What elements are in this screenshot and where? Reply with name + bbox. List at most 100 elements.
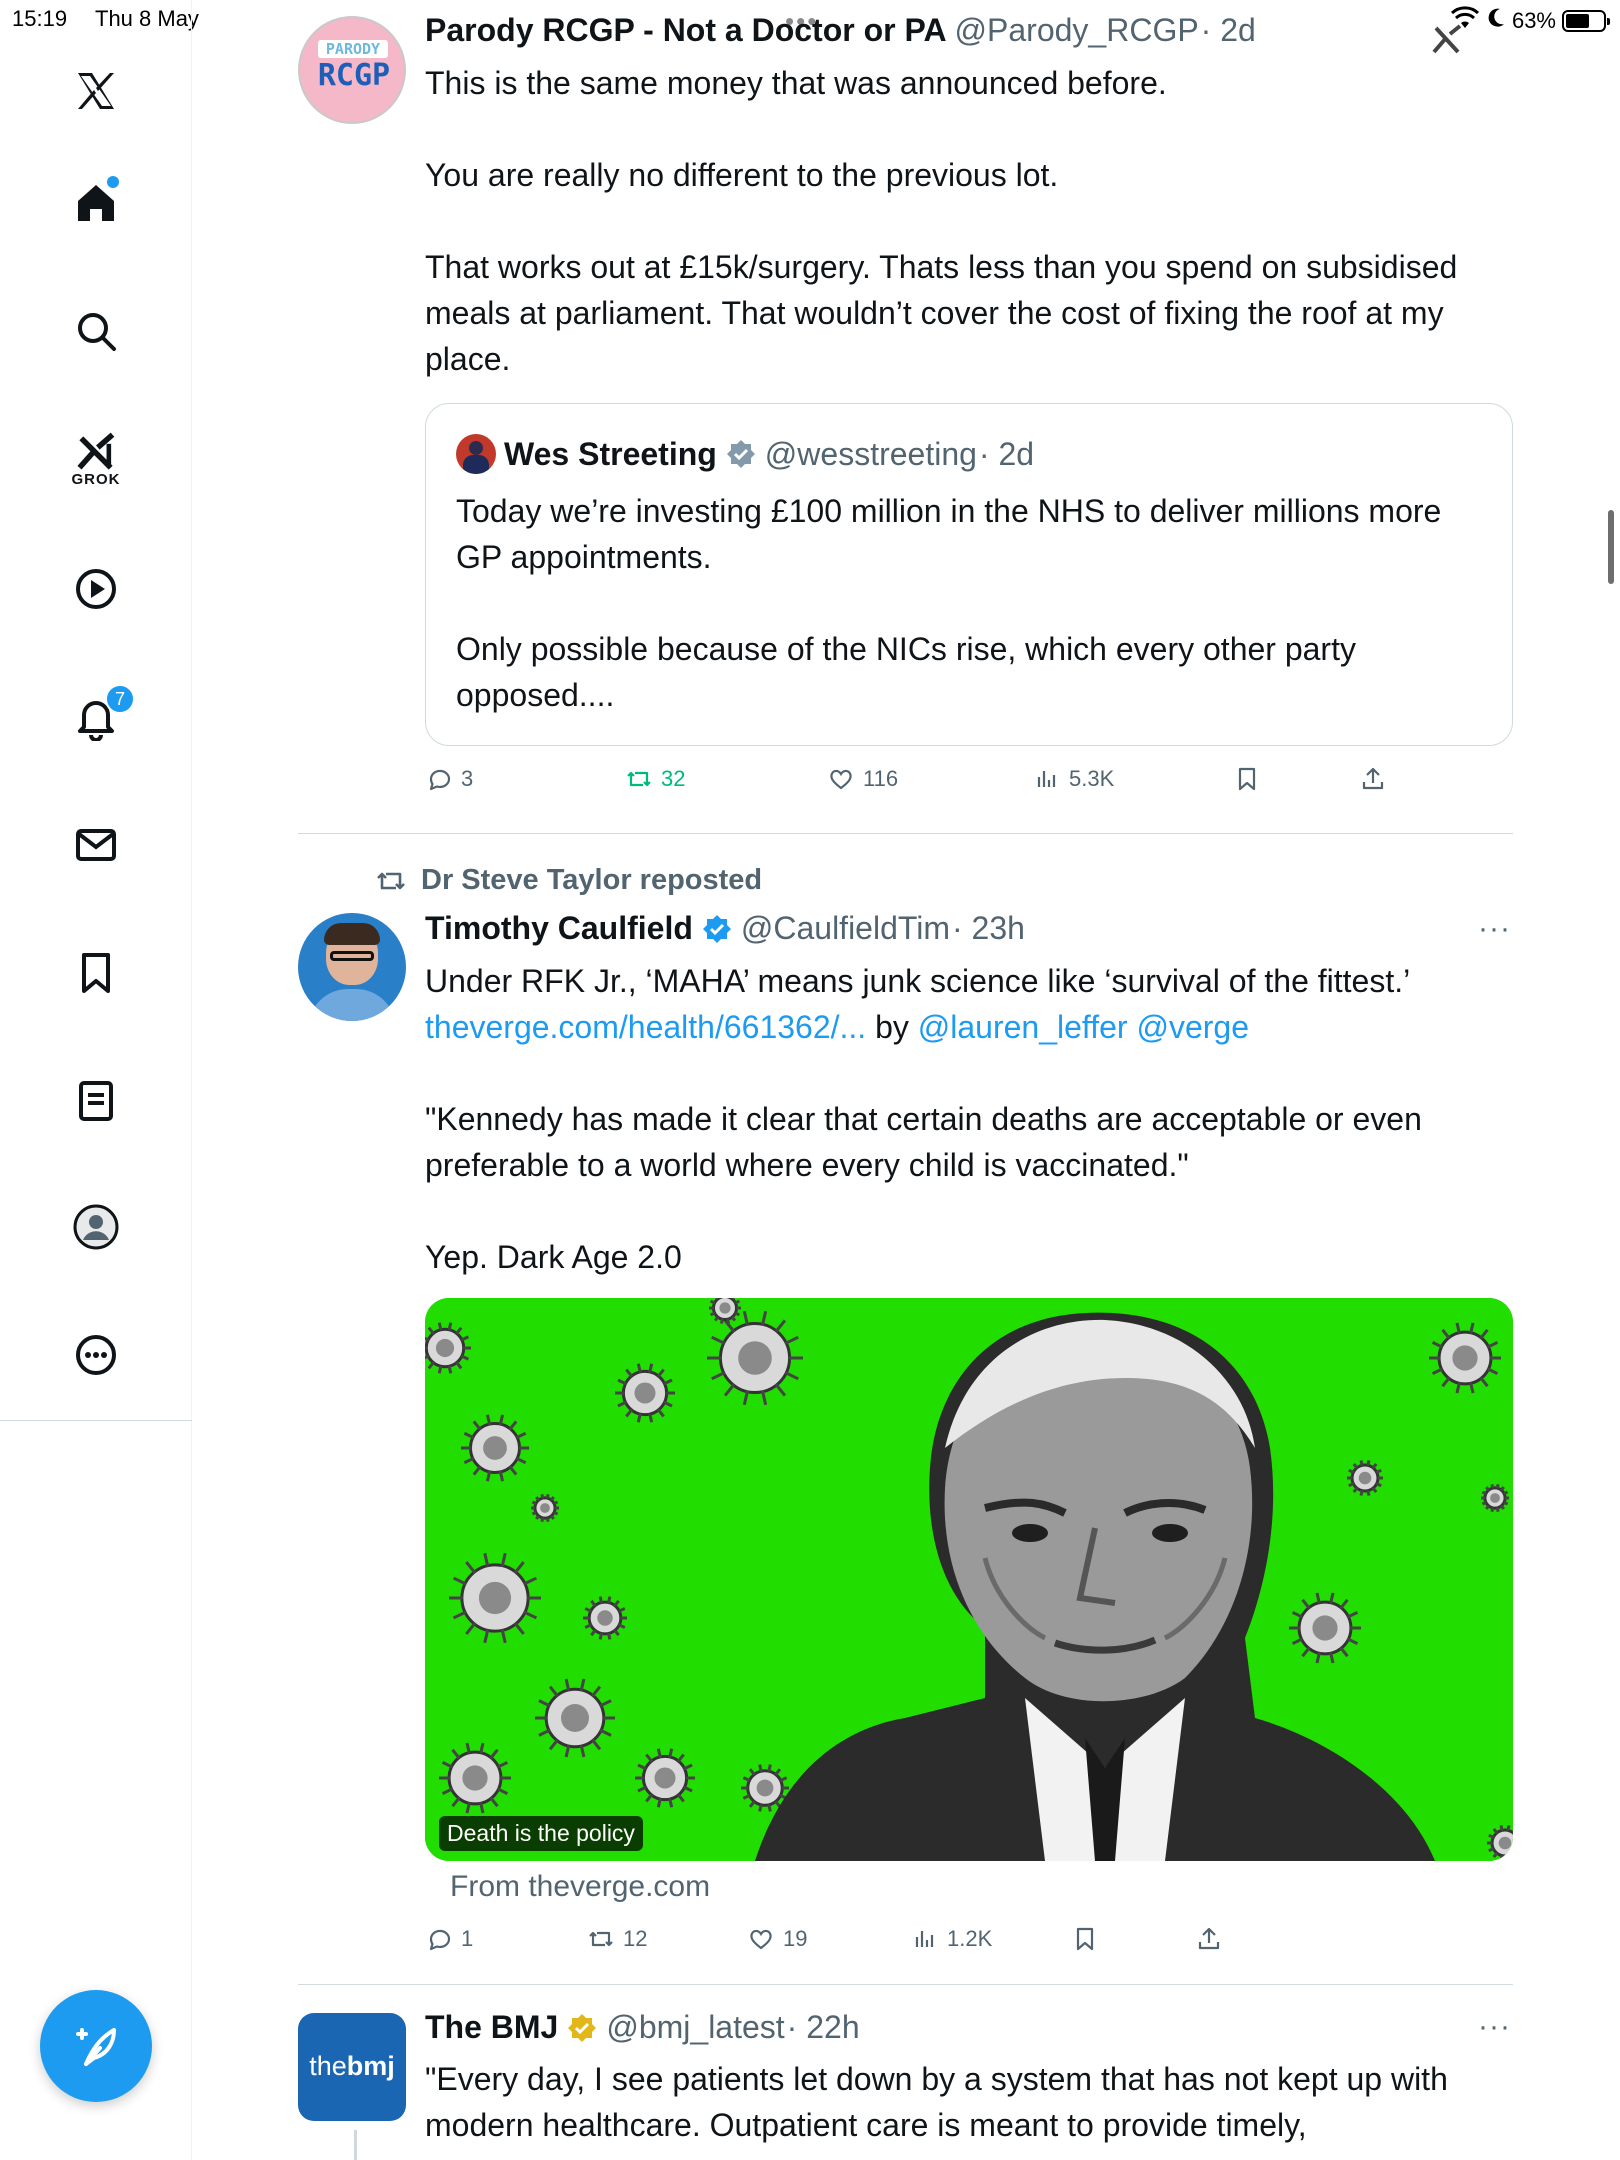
reply-icon (429, 769, 451, 791)
author-name[interactable]: The BMJ (425, 2009, 558, 2046)
list-icon (79, 1081, 113, 1121)
bookmark-button[interactable] (1233, 765, 1261, 793)
heart-icon (830, 769, 852, 790)
tweet2-avatar[interactable] (298, 913, 406, 1021)
nav-bookmarks[interactable] (55, 932, 137, 1014)
bookmark-button[interactable] (1071, 1925, 1099, 1953)
share-icon (1362, 767, 1384, 790)
bmj-logo-bmj: bmj (346, 2051, 395, 2081)
like-button[interactable]: 116 (827, 765, 898, 793)
tweet-separator (298, 833, 1513, 834)
nav-more[interactable] (55, 1314, 137, 1396)
thread-line (354, 2130, 357, 2160)
avatar-hair (324, 923, 380, 945)
tweet3-header: The BMJ @bmj_latest · 22h (425, 2009, 860, 2046)
quote-header: Wes Streeting @wesstreeting · 2d (456, 434, 1034, 474)
status-indicators: 63% (1450, 6, 1610, 36)
mention-lauren-leffer[interactable]: @lauren_leffer (918, 1009, 1128, 1045)
nav-video[interactable] (55, 548, 137, 630)
repost-count: 32 (661, 766, 686, 791)
moon-icon (1486, 7, 1506, 35)
nav-search[interactable] (55, 290, 137, 372)
tweet3-avatar[interactable]: thebmj (298, 2013, 406, 2121)
tweet2-text-line1: Under RFK Jr., ‘MAHA’ means junk science… (425, 963, 1411, 999)
author-handle[interactable]: @CaulfieldTim (741, 910, 950, 947)
scrollbar-thumb[interactable] (1608, 510, 1614, 584)
like-button[interactable]: 19 (747, 1925, 807, 1953)
nav-grok[interactable]: GROK (55, 418, 137, 500)
avatar-glasses (330, 951, 374, 961)
like-count: 116 (863, 766, 899, 791)
repost-count: 12 (623, 1926, 648, 1951)
verified-blue-icon (702, 914, 731, 943)
tweet1-actions: 3 32 116 5.3K (425, 765, 1515, 805)
author-handle[interactable]: @bmj_latest (606, 2009, 784, 2046)
quoted-tweet-card[interactable]: Wes Streeting @wesstreeting · 2d Today w… (425, 403, 1513, 746)
search-icon (78, 313, 116, 351)
verified-gold-icon (568, 2013, 597, 2042)
tweet2-actions: 1 12 19 1.2K (425, 1925, 1515, 1965)
mention-verge[interactable]: @verge (1128, 1009, 1249, 1045)
share-button[interactable] (1195, 1925, 1223, 1953)
repost-button[interactable]: 12 (587, 1925, 647, 1953)
tweet3-text: "Every day, I see patients let down by a… (425, 2061, 1457, 2143)
play-icon (76, 569, 116, 609)
quote-author-name[interactable]: Wes Streeting (504, 436, 717, 473)
reply-button[interactable]: 1 (425, 1925, 473, 1953)
compose-feather-icon (76, 2028, 116, 2066)
post-time[interactable]: · 23h (952, 910, 1025, 947)
reply-button[interactable]: 3 (425, 765, 473, 793)
nav-lists[interactable] (55, 1060, 137, 1142)
repost-attribution[interactable]: Dr Steve Taylor reposted (375, 864, 762, 897)
repost-button[interactable]: 32 (625, 765, 685, 793)
views-button[interactable]: 1.2K (911, 1925, 992, 1953)
author-name[interactable]: Parody RCGP - Not a Doctor or PA (425, 12, 947, 49)
share-icon (1198, 1927, 1220, 1950)
bmj-logo-text: thebmj (304, 2051, 400, 2082)
link-card-title: Death is the policy (439, 1816, 643, 1851)
quote-author-handle[interactable]: @wesstreeting (765, 436, 977, 473)
nav-notifications[interactable]: 7 (55, 676, 137, 758)
views-count: 1.2K (947, 1926, 993, 1951)
profile-avatar-icon (73, 1204, 119, 1250)
battery-percent: 63% (1511, 8, 1556, 33)
home-unread-dot (107, 176, 119, 188)
post-time[interactable]: · 2d (1201, 12, 1256, 49)
more-circle-icon (76, 1335, 116, 1375)
reply-icon (429, 1929, 451, 1951)
avatar-rcgp-text: RCGP (317, 58, 391, 93)
tweet1-avatar[interactable]: PARODY RCGP (298, 16, 406, 124)
post-time[interactable]: · 22h (787, 2009, 860, 2046)
share-button[interactable] (1359, 765, 1387, 793)
repost-icon (627, 771, 651, 787)
compose-post-button[interactable] (40, 1990, 152, 2102)
grok-overlay-icon[interactable] (1430, 24, 1464, 59)
bookmark-icon (1238, 767, 1256, 791)
notifications-badge: 7 (105, 684, 135, 714)
nav-home[interactable] (55, 162, 137, 244)
tweet1-text: This is the same money that was announce… (425, 65, 1458, 377)
repost-icon (589, 1931, 613, 1947)
grok-icon (77, 432, 115, 470)
tweet2-text-rest: "Kennedy has made it clear that certain … (425, 1101, 1422, 1275)
nav-profile[interactable] (55, 1186, 137, 1268)
battery-fill (1566, 14, 1589, 28)
nav-messages[interactable] (55, 804, 137, 886)
heart-icon (750, 1929, 772, 1950)
battery-icon (1562, 10, 1610, 32)
repost-small-icon (377, 872, 405, 889)
author-name[interactable]: Timothy Caulfield (425, 910, 693, 947)
quote-time[interactable]: · 2d (979, 436, 1034, 473)
bookmark-icon (1076, 1927, 1094, 1951)
tweet2-header: Timothy Caulfield @CaulfieldTim · 23h (425, 910, 1025, 947)
link-card-image[interactable]: Death is the policy (425, 1298, 1513, 1861)
x-logo-icon[interactable] (55, 50, 137, 132)
link-source[interactable]: From theverge.com (450, 1870, 710, 1904)
author-handle[interactable]: @Parody_RCGP (955, 12, 1199, 49)
quote-text: Today we’re investing £100 million in th… (456, 493, 1442, 713)
tweet2-link[interactable]: theverge.com/health/661362/... (425, 1009, 866, 1045)
more-options-icon[interactable]: ··· (1478, 2010, 1511, 2044)
more-options-icon[interactable]: ··· (1478, 912, 1511, 946)
views-button[interactable]: 5.3K (1033, 765, 1114, 793)
quote-avatar[interactable] (456, 434, 496, 474)
